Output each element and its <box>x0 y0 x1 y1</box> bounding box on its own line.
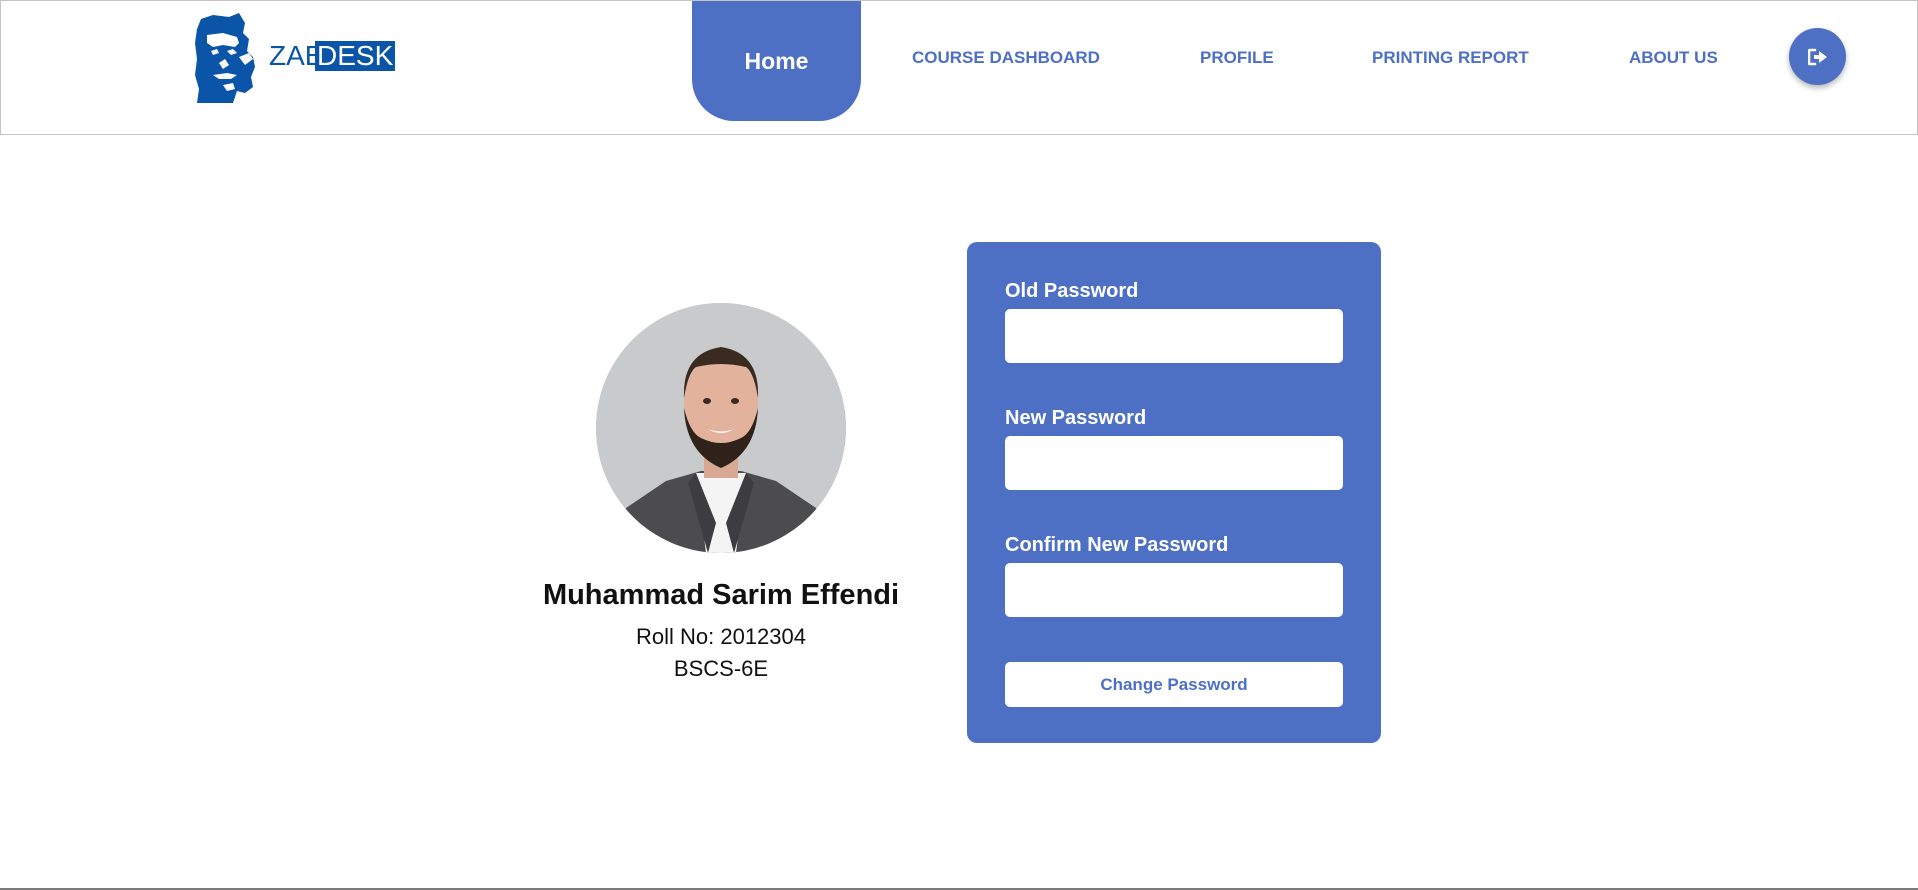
sign-out-icon <box>1807 48 1827 65</box>
nav-course-dashboard[interactable]: COURSE DASHBOARD <box>912 48 1100 68</box>
new-password-label: New Password <box>1005 407 1147 429</box>
nav-profile[interactable]: PROFILE <box>1200 48 1274 68</box>
avatar <box>596 303 846 553</box>
logout-button[interactable] <box>1789 28 1846 85</box>
top-navbar: ZAB DESK Home COURSE DASHBOARD PROFILE P… <box>0 0 1918 135</box>
old-password-field[interactable] <box>1005 309 1343 363</box>
student-name: Muhammad Sarim Effendi <box>542 579 900 611</box>
new-password-field[interactable] <box>1005 436 1343 490</box>
nav-home-tab[interactable]: Home <box>692 1 861 121</box>
zabdesk-logo[interactable]: ZAB DESK <box>193 13 396 105</box>
user-photo-icon <box>596 303 846 553</box>
founder-portrait-logo-icon <box>195 13 255 103</box>
student-roll-number: Roll No: 2012304 <box>635 624 806 649</box>
confirm-password-label: Confirm New Password <box>1005 534 1229 556</box>
old-password-label: Old Password <box>1005 280 1139 302</box>
change-password-button[interactable]: Change Password <box>1005 662 1343 707</box>
nav-printing-report[interactable]: PRINTING REPORT <box>1372 48 1529 68</box>
logo-text-desk: DESK <box>315 40 396 71</box>
nav-about-us[interactable]: ABOUT US <box>1629 48 1718 68</box>
confirm-password-field[interactable] <box>1005 563 1343 617</box>
student-program: BSCS-6E <box>673 656 769 681</box>
change-password-card: Old Password New Password Confirm New Pa… <box>967 242 1381 743</box>
